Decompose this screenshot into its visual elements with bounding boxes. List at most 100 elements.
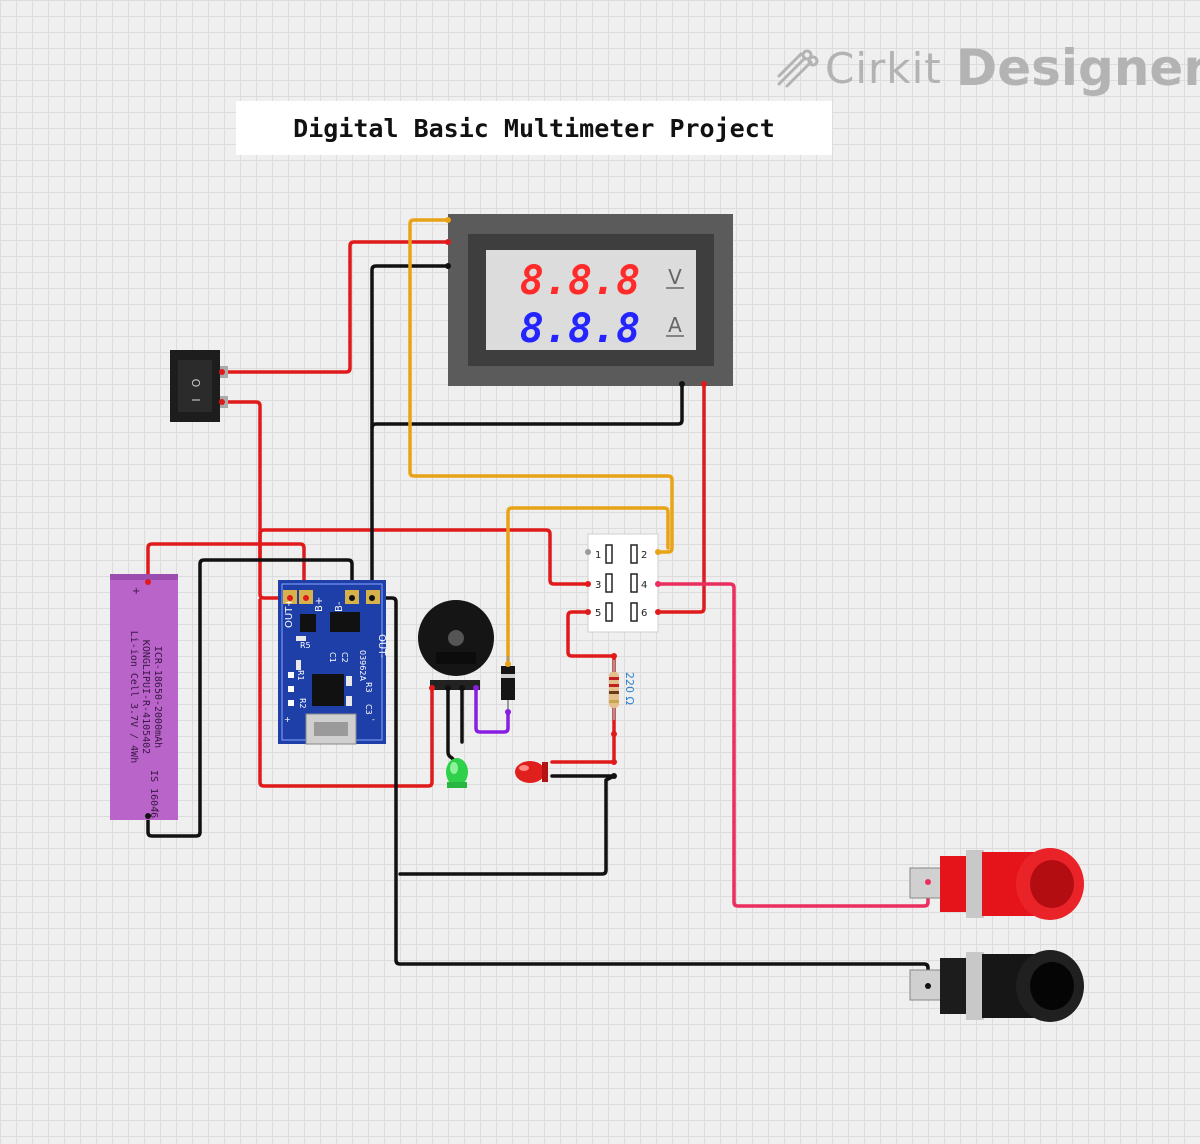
red-led-lens bbox=[515, 761, 545, 783]
label-c2: C2 bbox=[340, 652, 349, 663]
selector-pin-2-dot[interactable] bbox=[655, 549, 661, 555]
selector-pin-2: 2 bbox=[641, 550, 647, 561]
switch-terminal-2[interactable] bbox=[219, 399, 225, 405]
protection-ic bbox=[330, 612, 360, 632]
diode-cathode-dot[interactable] bbox=[505, 709, 511, 715]
resistor-band-2 bbox=[609, 684, 619, 687]
green-led[interactable] bbox=[446, 758, 468, 788]
selector-pin-1: 1 bbox=[595, 550, 601, 561]
buzzer-pin-purple[interactable] bbox=[473, 685, 479, 691]
buzzer-hole bbox=[448, 630, 464, 646]
charger-out-plus-dot[interactable] bbox=[287, 595, 293, 601]
label-r3: R3 bbox=[364, 682, 373, 693]
red-jack-collar bbox=[940, 856, 968, 912]
battery-label-3: Li-ion Cell 3.7V / 4Wh bbox=[128, 631, 139, 763]
selector-pin-3-dot[interactable] bbox=[585, 581, 591, 587]
selector-pin-4-dot[interactable] bbox=[655, 581, 661, 587]
meter-pin-minus[interactable] bbox=[679, 381, 685, 387]
charger-b-minus-dot[interactable] bbox=[349, 595, 355, 601]
dpdt-selector-switch[interactable]: 1 2 3 4 5 6 bbox=[587, 533, 659, 633]
amp-unit-label: A bbox=[668, 313, 682, 337]
selector-pin-1-dot[interactable] bbox=[585, 549, 591, 555]
tp4056-ic bbox=[312, 674, 344, 706]
wire-switch-to-out-plus[interactable] bbox=[220, 400, 290, 600]
switch-off-mark: I bbox=[189, 398, 202, 401]
label-out-plus: OUT+ bbox=[284, 598, 295, 628]
diode-body bbox=[501, 666, 515, 700]
label-c1: C1 bbox=[328, 652, 337, 663]
selector-pin-5-dot[interactable] bbox=[585, 609, 591, 615]
meter-pin-orange[interactable] bbox=[445, 217, 451, 223]
label-ic-code: 03962A bbox=[358, 650, 367, 681]
battery-terminal-plus[interactable] bbox=[145, 579, 151, 585]
black-banana-jack[interactable] bbox=[909, 950, 1084, 1022]
smd-led1 bbox=[296, 660, 301, 670]
buzzer-pin-minus[interactable] bbox=[445, 685, 451, 691]
wire-selector-4-to-red-jack[interactable] bbox=[656, 582, 930, 908]
resistor-band-4 bbox=[609, 700, 619, 703]
red-banana-jack[interactable] bbox=[909, 848, 1084, 920]
label-out-minus: OUT- bbox=[376, 634, 387, 658]
buzzer[interactable] bbox=[418, 600, 494, 690]
diode-cathode-band bbox=[501, 674, 515, 678]
black-jack-terminal[interactable] bbox=[925, 983, 931, 989]
circuit-diagram[interactable]: 8.8.8 8.8.8 V A O I ICR-18650-2000mAh KO… bbox=[0, 0, 1200, 1144]
selector-pin-6-dot[interactable] bbox=[655, 609, 661, 615]
wire-switch-to-meter[interactable] bbox=[220, 240, 450, 374]
selector-pin-4: 4 bbox=[641, 580, 647, 591]
label-r2: R2 bbox=[298, 698, 307, 709]
tp4056-charger-module[interactable]: OUT+ B+ B- OUT- R5 C1 C2 03962A R1 R2 R3… bbox=[278, 580, 387, 745]
meter-pin-black[interactable] bbox=[445, 263, 451, 269]
smd-r3 bbox=[346, 676, 352, 686]
battery-18650[interactable]: ICR-18650-2000mAh KONGLIPUI-R-4105402 Li… bbox=[110, 574, 178, 820]
label-b-minus: B- bbox=[334, 601, 345, 612]
red-led-anode-dot[interactable] bbox=[611, 759, 617, 765]
meter-pin-red[interactable] bbox=[445, 239, 451, 245]
volt-reading: 8.8.8 bbox=[520, 258, 640, 304]
selector-pin-5: 5 bbox=[595, 608, 601, 619]
label-c3: C3 bbox=[364, 704, 373, 715]
wire-meter-minus-bottom[interactable] bbox=[370, 382, 684, 430]
green-led-lens bbox=[446, 758, 468, 786]
wire-buzzer-to-green-led[interactable] bbox=[446, 686, 462, 770]
label-r1: R1 bbox=[296, 670, 305, 681]
red-jack-nut bbox=[966, 850, 984, 918]
label-plus: + bbox=[284, 715, 291, 724]
meter-pin-plus[interactable] bbox=[701, 381, 707, 387]
black-jack-nut bbox=[966, 952, 984, 1020]
resistor-220-ohm[interactable]: 220 Ω bbox=[609, 660, 636, 720]
wire-red-led-cathode-ground[interactable] bbox=[398, 774, 616, 876]
battery-plus-mark: + bbox=[132, 586, 140, 597]
smd-pad-c bbox=[288, 700, 294, 706]
volt-amp-meter[interactable]: 8.8.8 8.8.8 V A bbox=[448, 214, 733, 386]
selector-pin-6: 6 bbox=[641, 608, 647, 619]
rocker-switch[interactable]: O I bbox=[170, 350, 228, 422]
micro-usb-opening bbox=[314, 722, 348, 736]
red-led-cathode-dot[interactable] bbox=[611, 773, 617, 779]
red-jack-socket bbox=[1030, 860, 1074, 908]
diode-anode-dot[interactable] bbox=[505, 661, 511, 667]
red-jack-terminal[interactable] bbox=[925, 879, 931, 885]
green-led-rim bbox=[447, 782, 467, 788]
label-b-plus: B+ bbox=[314, 597, 325, 612]
selector-pin-3: 3 bbox=[595, 580, 601, 591]
green-led-highlight bbox=[450, 762, 458, 774]
amp-reading: 8.8.8 bbox=[520, 306, 640, 352]
smd-r5 bbox=[296, 636, 306, 641]
smd-pad-a bbox=[288, 672, 294, 678]
wire-resistor-to-red-led[interactable] bbox=[550, 706, 616, 764]
mosfet-chip bbox=[300, 614, 316, 632]
red-led[interactable] bbox=[515, 761, 548, 783]
switch-terminal-1[interactable] bbox=[219, 369, 225, 375]
charger-out-minus-dot[interactable] bbox=[369, 595, 375, 601]
resistor-top-dot[interactable] bbox=[611, 653, 617, 659]
charger-b-plus-dot[interactable] bbox=[303, 595, 309, 601]
wire-out-plus-to-selector-3[interactable] bbox=[258, 528, 590, 586]
buzzer-pin-signal[interactable] bbox=[459, 685, 465, 691]
battery-label-2: KONGLIPUI-R-4105402 bbox=[140, 640, 151, 754]
buzzer-label-strip bbox=[436, 652, 476, 664]
buzzer-pin-plus[interactable] bbox=[429, 685, 435, 691]
resistor-band-1 bbox=[609, 677, 619, 680]
resistor-bottom-dot[interactable] bbox=[611, 731, 617, 737]
battery-terminal-minus[interactable] bbox=[145, 813, 151, 819]
